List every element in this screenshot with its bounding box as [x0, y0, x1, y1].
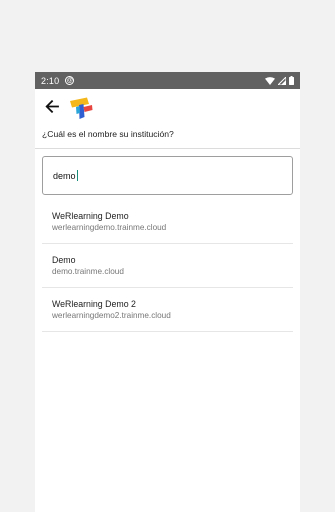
- text-caret: [76, 170, 78, 181]
- notification-icon: @: [65, 76, 75, 85]
- institution-domain: werlearningdemo2.trainme.cloud: [52, 311, 171, 320]
- back-button[interactable]: [43, 97, 61, 115]
- signal-icon: [278, 76, 286, 85]
- status-time: 2:10: [41, 75, 60, 86]
- institution-name: WeRlearning Demo: [52, 211, 129, 221]
- phone-screen: 2:10 @ ¿Cuál es el nombre su institución…: [35, 72, 300, 512]
- institution-question: ¿Cuál es el nombre su institución?: [42, 129, 174, 139]
- app-logo: [66, 96, 94, 122]
- status-bar: 2:10 @: [35, 72, 300, 89]
- list-item[interactable]: WeRlearning Demo werlearningdemo.trainme…: [42, 200, 293, 244]
- institution-search-input[interactable]: demo: [42, 156, 293, 195]
- institution-name: Demo: [52, 255, 76, 265]
- institution-name: WeRlearning Demo 2: [52, 299, 136, 309]
- status-icons: [265, 76, 294, 85]
- battery-icon: [289, 76, 294, 85]
- app-header: ¿Cuál es el nombre su institución?: [35, 89, 300, 149]
- institution-domain: werlearningdemo.trainme.cloud: [52, 223, 167, 232]
- list-item[interactable]: WeRlearning Demo 2 werlearningdemo2.trai…: [42, 288, 293, 332]
- list-item[interactable]: Demo demo.trainme.cloud: [42, 244, 293, 288]
- arrow-left-icon: [45, 99, 59, 113]
- wifi-icon: [265, 76, 275, 85]
- search-input-value: demo: [53, 170, 76, 181]
- results-list: WeRlearning Demo werlearningdemo.trainme…: [42, 200, 293, 332]
- institution-domain: demo.trainme.cloud: [52, 267, 124, 276]
